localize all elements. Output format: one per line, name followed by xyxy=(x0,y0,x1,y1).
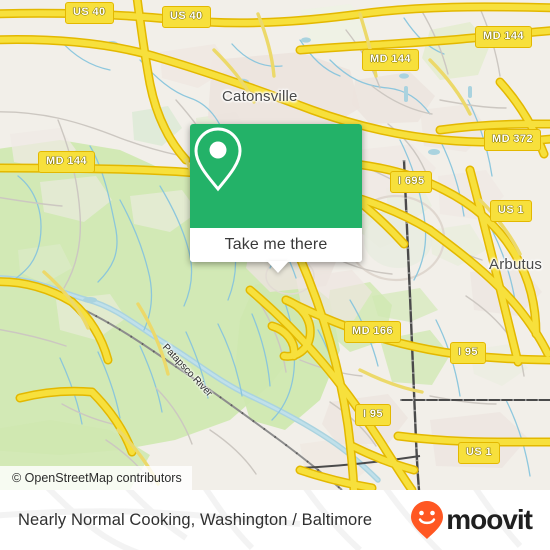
footer-bar: Nearly Normal Cooking, Washington / Balt… xyxy=(0,490,550,550)
moovit-map-screenshot: Catonsville Arbutus Patapsco River US 40… xyxy=(0,0,550,550)
road-shield-us-40-east[interactable]: US 40 xyxy=(162,6,211,28)
road-shield-md-144-mid[interactable]: MD 144 xyxy=(362,49,419,71)
moovit-smiley-pin-icon xyxy=(411,501,444,539)
page-title: Nearly Normal Cooking, Washington / Balt… xyxy=(18,510,373,529)
road-shield-i-695[interactable]: I 695 xyxy=(390,171,433,193)
place-label-catonsville: Catonsville xyxy=(222,88,298,105)
road-shield-md-166[interactable]: MD 166 xyxy=(344,321,401,343)
location-popup-card[interactable]: Take me there xyxy=(190,124,362,273)
take-me-there-button[interactable]: Take me there xyxy=(190,228,362,262)
place-label-arbutus: Arbutus xyxy=(489,256,543,273)
road-shield-md-372[interactable]: MD 372 xyxy=(484,129,541,151)
map-pin-icon xyxy=(194,127,242,192)
road-shield-md-144-east[interactable]: MD 144 xyxy=(475,26,532,48)
moovit-logo[interactable]: moovit xyxy=(410,500,533,540)
road-shield-us-1-south[interactable]: US 1 xyxy=(458,442,501,464)
road-shield-us-1-north[interactable]: US 1 xyxy=(490,200,533,222)
road-shield-us-40-west[interactable]: US 40 xyxy=(65,2,114,24)
road-shield-i-95-east[interactable]: I 95 xyxy=(450,342,486,364)
osm-attribution[interactable]: © OpenStreetMap contributors xyxy=(0,466,192,490)
map-canvas[interactable]: Catonsville Arbutus Patapsco River US 40… xyxy=(0,0,550,490)
road-shield-md-144-west[interactable]: MD 144 xyxy=(38,151,95,173)
popup-pointer-tail xyxy=(267,261,289,273)
popup-pin-panel xyxy=(190,124,362,228)
moovit-wordmark: moovit xyxy=(446,504,533,535)
road-shield-i-95-south[interactable]: I 95 xyxy=(355,404,391,426)
